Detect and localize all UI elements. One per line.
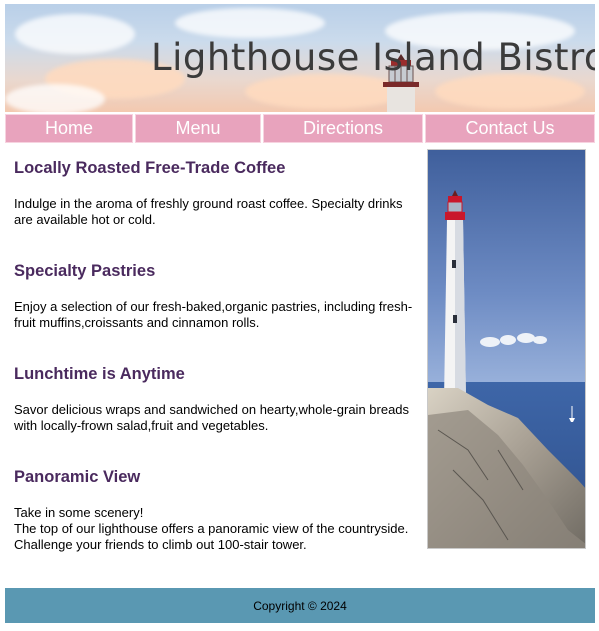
section-heading: Lunchtime is Anytime	[14, 365, 185, 383]
copyright-text: Copyright © 2024	[253, 598, 347, 613]
footer: Copyright © 2024	[5, 588, 595, 623]
section-heading: Panoramic View	[14, 468, 141, 486]
lighthouse-photo-image	[428, 150, 585, 548]
site-title: Lighthouse Island Bistro	[151, 36, 595, 79]
section-view: Panoramic View Take in some scenery! The…	[14, 468, 414, 553]
section-pastries: Specialty Pastries Enjoy a selection of …	[14, 262, 414, 331]
section-text: Enjoy a selection of our fresh-baked,org…	[14, 299, 413, 330]
section-text: Indulge in the aroma of freshly ground r…	[14, 196, 403, 227]
banner-cloud	[175, 8, 325, 38]
banner-cloud	[435, 74, 585, 109]
lighthouse-photo	[427, 149, 586, 549]
nav-directions[interactable]: Directions	[263, 114, 423, 143]
banner-cloud	[15, 14, 135, 54]
banner-cloud	[5, 84, 105, 112]
nav-menu[interactable]: Menu	[135, 114, 261, 143]
section-text-line2: The top of our lighthouse offers a panor…	[14, 521, 409, 552]
section-text-line1: Take in some scenery!	[14, 505, 144, 520]
main-nav: Home Menu Directions Contact Us	[5, 114, 595, 143]
section-heading: Specialty Pastries	[14, 262, 156, 280]
nav-home[interactable]: Home	[5, 114, 133, 143]
nav-contact-us[interactable]: Contact Us	[425, 114, 595, 143]
main-content: Locally Roasted Free-Trade Coffee Indulg…	[5, 143, 595, 588]
section-heading: Locally Roasted Free-Trade Coffee	[14, 159, 286, 177]
section-lunch: Lunchtime is Anytime Savor delicious wra…	[14, 365, 414, 434]
section-coffee: Locally Roasted Free-Trade Coffee Indulg…	[14, 159, 414, 228]
section-text: Savor delicious wraps and sandwiched on …	[14, 402, 410, 433]
header-banner: Lighthouse Island Bistro	[5, 4, 595, 112]
